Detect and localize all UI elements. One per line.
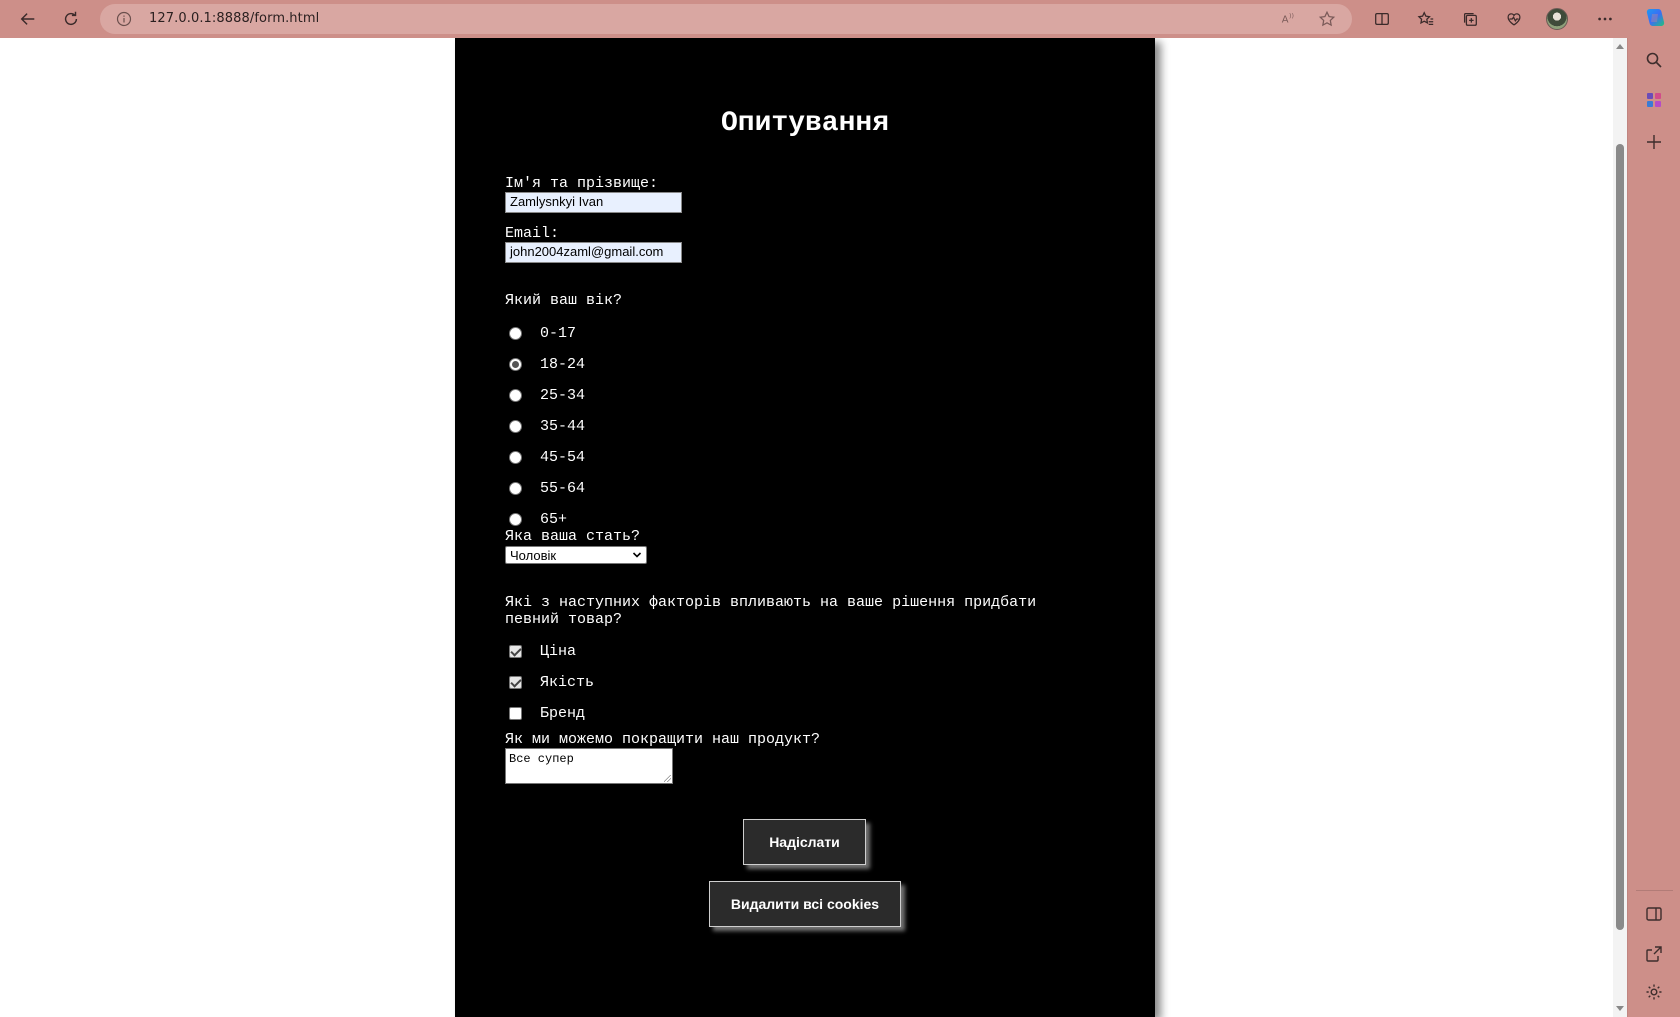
- more-menu-icon[interactable]: [1590, 4, 1620, 34]
- resize-grip-icon[interactable]: [664, 775, 671, 782]
- favorite-star-icon[interactable]: [1318, 10, 1336, 28]
- copilot-icon[interactable]: [1643, 6, 1667, 30]
- add-icon[interactable]: [1644, 132, 1664, 152]
- age-question: Який ваш вік?: [505, 292, 623, 309]
- gender-select-value: Чоловік: [510, 547, 557, 563]
- sidebar-layout-icon[interactable]: [1644, 904, 1664, 924]
- age-option[interactable]: 55-64: [509, 479, 585, 497]
- factor-option-label: Якість: [540, 673, 595, 691]
- factor-option-label: Бренд: [540, 704, 586, 722]
- back-icon[interactable]: [13, 4, 43, 34]
- factor-checkbox[interactable]: [509, 675, 522, 689]
- age-option[interactable]: 18-24: [509, 355, 585, 373]
- settings-icon[interactable]: [1644, 982, 1664, 1002]
- svg-text:)): )): [1289, 13, 1294, 20]
- age-radio[interactable]: [509, 450, 522, 464]
- collections-icon[interactable]: [1455, 4, 1485, 34]
- refresh-icon[interactable]: [56, 4, 86, 34]
- gender-select[interactable]: Чоловік: [505, 546, 647, 564]
- delete-cookies-button[interactable]: Видалити всі cookies: [709, 881, 901, 927]
- split-screen-icon[interactable]: [1367, 4, 1397, 34]
- name-field[interactable]: Zamlysnkyi Ivan: [505, 192, 682, 213]
- improve-question: Як ми можемо покращити наш продукт?: [505, 731, 821, 748]
- factor-option[interactable]: Бренд: [509, 704, 585, 722]
- age-option-label: 25-34: [540, 386, 586, 404]
- open-external-icon[interactable]: [1644, 944, 1664, 964]
- age-radio[interactable]: [509, 357, 522, 371]
- factor-checkbox[interactable]: [509, 706, 522, 720]
- age-option-label: 35-44: [540, 417, 586, 435]
- sidebar-divider: [1636, 890, 1673, 891]
- name-label: Ім'я та прізвище:: [505, 175, 659, 192]
- age-option[interactable]: 25-34: [509, 386, 585, 404]
- email-label: Email:: [505, 225, 560, 242]
- search-icon[interactable]: [1644, 50, 1664, 70]
- age-option[interactable]: 0-17: [509, 324, 576, 342]
- page-viewport: Опитування Ім'я та прізвище: Zamlysnkyi …: [0, 38, 1613, 1017]
- age-option-label: 55-64: [540, 479, 586, 497]
- factors-question-line-1: Які з наступних факторів впливають на ва…: [505, 594, 1037, 611]
- improve-textarea-value: Все супер: [509, 752, 574, 766]
- browser-sidebar: [1627, 38, 1680, 1017]
- age-option-label: 45-54: [540, 448, 586, 466]
- factor-option[interactable]: Ціна: [509, 642, 576, 660]
- age-radio[interactable]: [509, 388, 522, 402]
- factor-option[interactable]: Якість: [509, 673, 594, 691]
- browser-toolbar: 127.0.0.1:8888/form.html A)): [0, 0, 1680, 38]
- site-info-icon[interactable]: [116, 11, 132, 27]
- scroll-down-icon[interactable]: [1616, 1006, 1624, 1011]
- scrollbar-thumb[interactable]: [1616, 144, 1624, 930]
- factors-question-line-2: певний товар?: [505, 611, 623, 628]
- profile-avatar[interactable]: [1546, 8, 1568, 30]
- address-bar[interactable]: 127.0.0.1:8888/form.html A)): [100, 4, 1352, 34]
- survey-form: Опитування Ім'я та прізвище: Zamlysnkyi …: [455, 38, 1155, 1017]
- read-aloud-icon[interactable]: A)): [1280, 10, 1298, 28]
- age-radio[interactable]: [509, 512, 522, 526]
- scroll-up-icon[interactable]: [1616, 44, 1624, 49]
- vertical-scrollbar[interactable]: [1613, 38, 1627, 1017]
- factor-option-label: Ціна: [540, 642, 577, 660]
- chevron-down-icon: [632, 552, 642, 558]
- age-radio[interactable]: [509, 326, 522, 340]
- age-option-label: 65+: [540, 510, 568, 528]
- apps-icon[interactable]: [1644, 90, 1664, 110]
- age-radio[interactable]: [509, 419, 522, 433]
- improve-textarea[interactable]: Все супер: [505, 748, 673, 784]
- favorites-icon[interactable]: [1411, 4, 1441, 34]
- svg-text:A: A: [1282, 15, 1289, 26]
- age-option-label: 0-17: [540, 324, 577, 342]
- age-option[interactable]: 35-44: [509, 417, 585, 435]
- age-option[interactable]: 45-54: [509, 448, 585, 466]
- email-field[interactable]: john2004zaml@gmail.com: [505, 242, 682, 263]
- submit-button[interactable]: Надіслати: [743, 819, 866, 865]
- page-title: Опитування: [720, 108, 890, 139]
- url-text[interactable]: 127.0.0.1:8888/form.html: [149, 11, 319, 26]
- factor-checkbox[interactable]: [509, 644, 522, 658]
- gender-question: Яка ваша стать?: [505, 528, 641, 545]
- age-option[interactable]: 65+: [509, 510, 567, 528]
- browser-essentials-icon[interactable]: [1499, 4, 1529, 34]
- age-option-label: 18-24: [540, 355, 586, 373]
- age-radio[interactable]: [509, 481, 522, 495]
